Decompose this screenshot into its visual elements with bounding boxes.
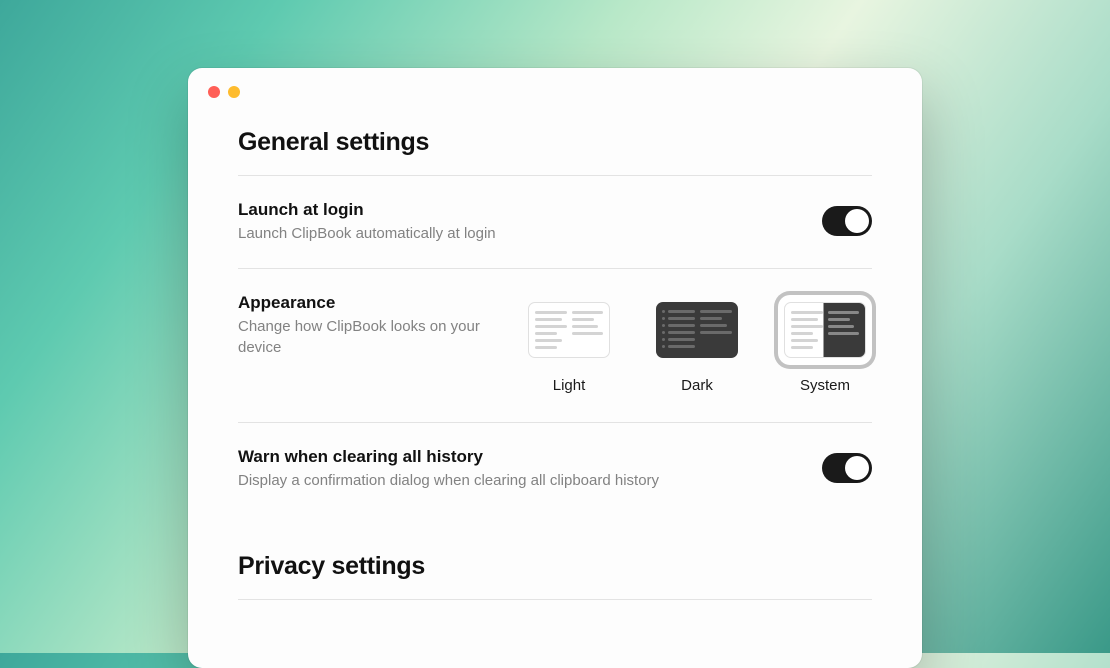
appearance-light-label: Light <box>553 377 586 394</box>
appearance-option-dark[interactable]: Dark <box>650 295 744 394</box>
settings-window: General settings Launch at login Launch … <box>188 68 922 668</box>
zoom-icon <box>248 86 260 98</box>
appearance-dark-label: Dark <box>681 377 713 394</box>
dark-theme-icon <box>656 302 738 358</box>
appearance-option-system[interactable]: System <box>778 295 872 394</box>
divider <box>238 599 872 600</box>
privacy-settings-title: Privacy settings <box>238 552 872 581</box>
appearance-desc: Change how ClipBook looks on your device <box>238 317 498 358</box>
warn-desc: Display a confirmation dialog when clear… <box>238 471 659 491</box>
window-controls <box>188 68 922 98</box>
warn-title: Warn when clearing all history <box>238 447 659 467</box>
appearance-title: Appearance <box>238 293 498 313</box>
appearance-options: Light <box>522 295 872 394</box>
warn-clear-history-toggle[interactable] <box>822 453 872 483</box>
general-settings-title: General settings <box>238 128 872 157</box>
appearance-system-label: System <box>800 377 850 394</box>
minimize-icon[interactable] <box>228 86 240 98</box>
launch-at-login-toggle[interactable] <box>822 206 872 236</box>
close-icon[interactable] <box>208 86 220 98</box>
launch-title: Launch at login <box>238 200 496 220</box>
content-area: General settings Launch at login Launch … <box>188 98 922 600</box>
appearance-row: Appearance Change how ClipBook looks on … <box>238 269 872 422</box>
system-theme-icon <box>784 302 866 358</box>
light-theme-icon <box>528 302 610 358</box>
appearance-option-light[interactable]: Light <box>522 295 616 394</box>
launch-desc: Launch ClipBook automatically at login <box>238 224 496 244</box>
warn-clear-history-row: Warn when clearing all history Display a… <box>238 423 872 515</box>
launch-at-login-row: Launch at login Launch ClipBook automati… <box>238 176 872 268</box>
